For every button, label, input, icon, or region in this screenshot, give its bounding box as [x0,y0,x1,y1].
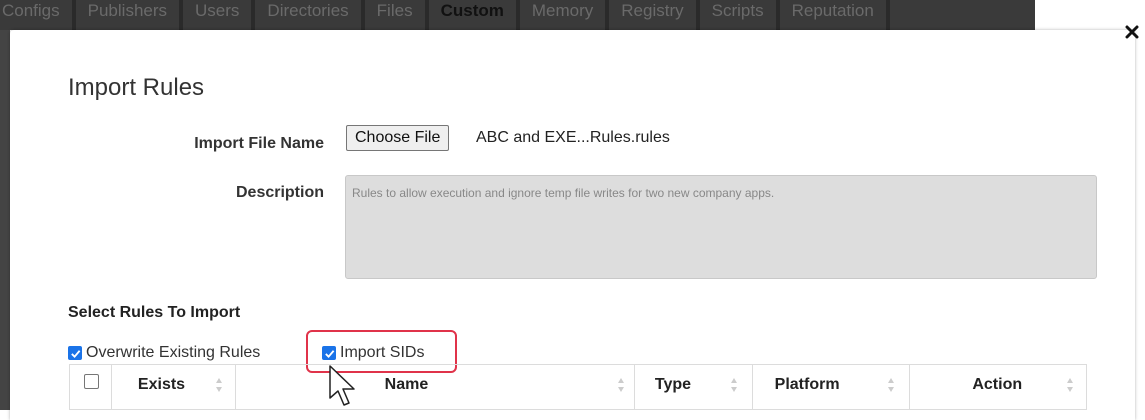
import-file-label: Import File Name [194,135,324,152]
select-rules-heading: Select Rules To Import [68,304,241,321]
sort-icon[interactable] [730,377,738,393]
column-name[interactable]: Name [236,365,635,409]
tab-directories[interactable]: Directories [255,0,365,30]
description-field[interactable]: Rules to allow execution and ignore temp… [345,175,1097,279]
column-action[interactable]: Action [910,365,1086,409]
tab-scripts[interactable]: Scripts [700,0,780,30]
select-all-column [70,365,112,409]
overwrite-checkbox[interactable] [68,346,82,360]
background-tab-bar: Configs Publishers Users Directories Files Cu… [0,0,1035,30]
column-exists-label: Exists [137,376,186,393]
column-platform[interactable]: Platform [753,365,911,409]
tab-memory[interactable]: Memory [520,0,610,30]
column-action-label: Action [972,376,1023,393]
overwrite-existing-option[interactable]: Overwrite Existing Rules [68,342,260,364]
tab-files[interactable]: Files [365,0,429,30]
tab-reputation[interactable]: Reputation [780,0,890,30]
sort-icon[interactable] [887,377,895,393]
tab-configs[interactable]: Configs [0,0,76,30]
column-type[interactable]: Type [635,365,753,409]
modal-title: Import Rules [68,74,205,101]
tab-publishers[interactable]: Publishers [76,0,184,30]
column-exists[interactable]: Exists [112,365,236,409]
tab-custom[interactable]: Custom [429,0,520,30]
sort-icon[interactable] [215,377,223,393]
close-icon[interactable] [1123,24,1141,42]
rules-table-header: Exists Name Type Platform Action [69,364,1087,410]
tab-users[interactable]: Users [183,0,256,30]
tab-registry[interactable]: Registry [609,0,700,30]
column-platform-label: Platform [774,376,840,393]
column-name-label: Name [384,376,429,393]
sort-icon[interactable] [617,377,625,393]
selected-file-name: ABC and EXE...Rules.rules [476,129,670,146]
background-overlay [0,30,10,410]
column-type-label: Type [654,376,692,393]
description-label: Description [235,184,324,201]
choose-file-button[interactable]: Choose File [346,125,450,151]
select-all-checkbox[interactable] [84,374,99,389]
mouse-pointer-icon [329,365,355,406]
overwrite-label: Overwrite Existing Rules [86,344,261,361]
sort-icon[interactable] [1066,377,1074,393]
